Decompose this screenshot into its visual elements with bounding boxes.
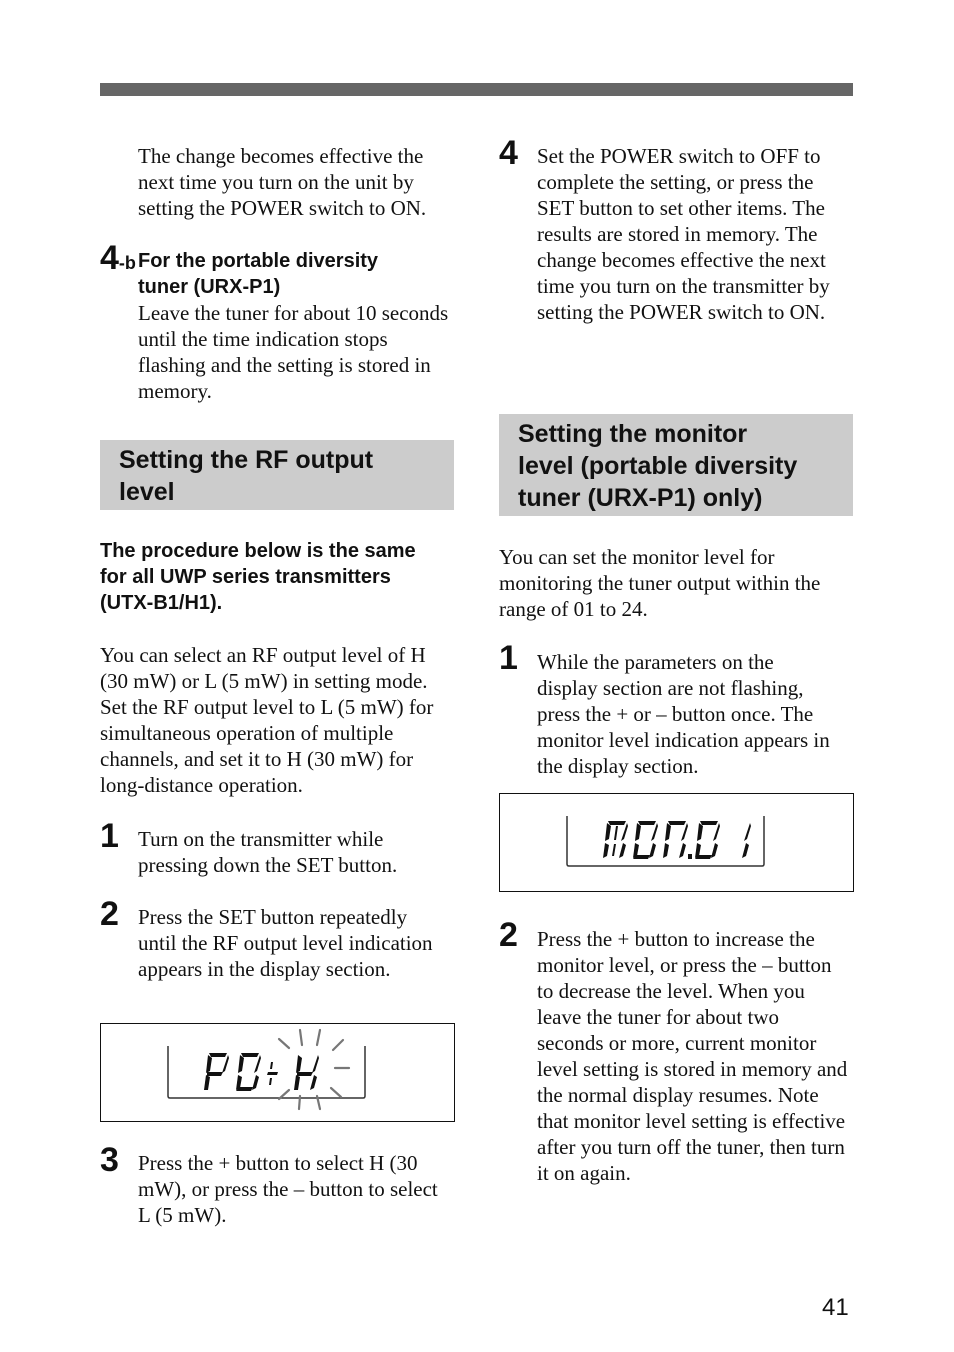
lcd-rf-graphic bbox=[167, 1028, 366, 1111]
heading-line3: tuner (URX-P1) only) bbox=[518, 484, 763, 512]
heading-line2: level (portable diversity bbox=[518, 452, 798, 480]
seg-1-lower bbox=[742, 843, 749, 858]
seg-1-upper bbox=[744, 823, 751, 841]
seg-o-top bbox=[638, 821, 656, 825]
seg-0-ul bbox=[238, 1055, 244, 1073]
seg-colon-top bbox=[270, 1062, 273, 1069]
seg-colon-bot bbox=[269, 1078, 272, 1085]
seg-o-ur bbox=[651, 823, 658, 841]
seg-0-ur bbox=[713, 823, 720, 841]
page-number: 41 bbox=[822, 1294, 849, 1321]
rf-description: You can select an RF output level of H (… bbox=[100, 643, 434, 797]
seg-n-ll bbox=[663, 843, 669, 858]
seg-colon-bar bbox=[267, 1072, 278, 1075]
step-number-2: 2 bbox=[100, 895, 119, 933]
step-number-1-right: 1 bbox=[499, 639, 518, 677]
step-number-2-right: 2 bbox=[499, 916, 518, 954]
lcd-bezel bbox=[167, 1046, 366, 1099]
seg-h-ll bbox=[294, 1075, 300, 1090]
seg-0-top bbox=[241, 1053, 259, 1057]
seg-o-lr bbox=[649, 843, 656, 858]
heading-line2: level bbox=[119, 478, 175, 506]
bold-intro: The procedure below is the same for all … bbox=[100, 540, 416, 614]
seg-n-top bbox=[668, 821, 686, 825]
seg-0-top bbox=[700, 821, 718, 825]
seg-p-ll bbox=[204, 1075, 210, 1090]
seg-p-mid bbox=[207, 1072, 223, 1076]
lcd-bezel bbox=[566, 816, 765, 867]
seg-o-ul bbox=[635, 823, 641, 841]
step-2-right-text: Press the + button to increase the monit… bbox=[537, 927, 848, 1185]
lcd-segments-mon01 bbox=[603, 821, 751, 859]
step-2-text: Press the SET button repeatedly until th… bbox=[138, 905, 433, 981]
heading-line1: Setting the RF output bbox=[119, 446, 374, 474]
seg-p-ur bbox=[222, 1055, 229, 1073]
step-number-1: 1 bbox=[100, 817, 119, 855]
section-heading-rf-output: Setting the RF output level bbox=[100, 440, 454, 510]
seg-0-ul bbox=[697, 823, 703, 841]
seg-n-ul bbox=[665, 823, 671, 841]
step-number: 4 bbox=[100, 239, 119, 277]
seg-h-ul bbox=[296, 1055, 302, 1073]
step-4b-title: For the portable diversity tuner (URX-P1… bbox=[138, 248, 456, 300]
step-1-right-text: While the parameters on the display sect… bbox=[537, 650, 830, 778]
step-number-3: 3 bbox=[100, 1141, 119, 1179]
lcd-display-rf bbox=[100, 1023, 455, 1122]
step-4-text: Set the POWER switch to OFF to complete … bbox=[537, 144, 830, 324]
seg-h-mid bbox=[297, 1072, 313, 1076]
section-heading-monitor-level: Setting the monitor level (portable dive… bbox=[499, 414, 853, 516]
seg-0-ur bbox=[254, 1055, 261, 1073]
step-suffix: -b bbox=[118, 253, 136, 273]
seg-h-ur bbox=[312, 1055, 319, 1073]
seg-m-center-bot bbox=[612, 844, 616, 856]
lcd-display-monitor bbox=[499, 793, 854, 892]
seg-0-lr bbox=[252, 1075, 259, 1090]
seg-m-lr bbox=[619, 843, 626, 858]
step-4b-title-line2: tuner (URX-P1) bbox=[138, 276, 281, 298]
step-3-text: Press the + button to select H (30 mW), … bbox=[138, 1151, 438, 1227]
lcd-segments-p0h bbox=[204, 1053, 319, 1091]
heading-line1: Setting the monitor bbox=[518, 420, 748, 448]
seg-n-ur bbox=[681, 823, 688, 841]
seg-m-top bbox=[608, 821, 626, 825]
step-4b-title-line1: For the portable diversity bbox=[138, 250, 379, 272]
seg-m-center-top bbox=[614, 826, 618, 840]
step-4b-body: Leave the tuner for about 10 seconds unt… bbox=[138, 301, 449, 403]
step-number-4b: 4-b bbox=[100, 241, 136, 280]
seg-dot bbox=[688, 854, 692, 859]
seg-p-top bbox=[209, 1053, 227, 1057]
step-1-text: Turn on the transmitter while pressing d… bbox=[138, 827, 398, 877]
header-rule bbox=[100, 83, 853, 96]
seg-m-ur bbox=[621, 823, 628, 841]
intro-paragraph: The change becomes effective the next ti… bbox=[138, 144, 427, 220]
seg-m-ll bbox=[603, 843, 609, 858]
seg-h-lr bbox=[310, 1075, 317, 1090]
monitor-description: You can set the monitor level for monito… bbox=[499, 545, 821, 621]
seg-p-ul bbox=[206, 1055, 212, 1073]
seg-m-ul bbox=[605, 823, 611, 841]
seg-0-lr bbox=[711, 843, 718, 858]
lcd-monitor-graphic bbox=[566, 816, 765, 867]
step-number-4: 4 bbox=[499, 134, 518, 172]
seg-n-lr bbox=[679, 843, 686, 858]
